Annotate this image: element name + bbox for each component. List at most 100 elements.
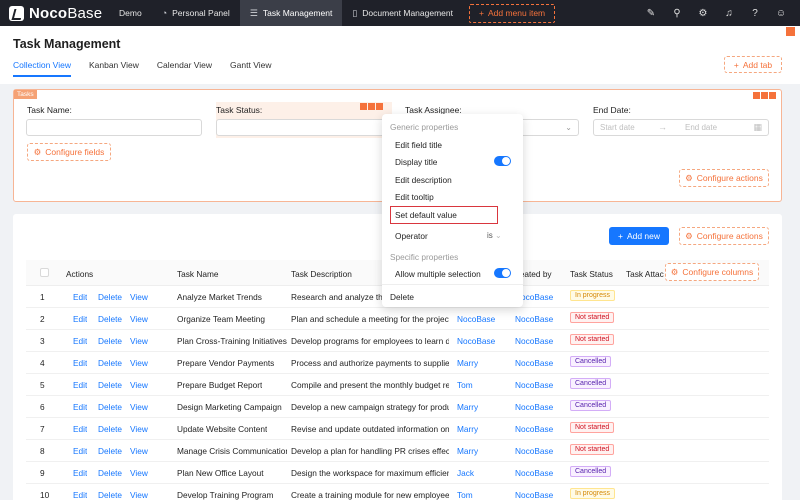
assignee-cell[interactable]: Tom <box>457 380 473 390</box>
task-status-select[interactable] <box>216 119 392 136</box>
assignee-cell[interactable]: Marry <box>457 446 478 456</box>
edit-link[interactable]: Edit <box>73 292 87 302</box>
operator-item[interactable]: Operator <box>395 231 428 241</box>
edit-link[interactable]: Edit <box>73 468 87 478</box>
created-by-cell[interactable]: NocoBase <box>515 490 553 500</box>
add-tab-button[interactable]: + Add tab <box>724 56 782 73</box>
configure-fields-button[interactable]: ⚙ Configure fields <box>27 143 111 161</box>
help-icon[interactable]: ? <box>742 8 768 19</box>
delete-link[interactable]: Delete <box>98 336 122 346</box>
created-by-cell[interactable]: NocoBase <box>515 446 553 456</box>
block-settings-icon[interactable] <box>769 92 776 99</box>
delete-link[interactable]: Delete <box>98 292 122 302</box>
delete-link[interactable]: Delete <box>98 490 122 500</box>
edit-link[interactable]: Edit <box>73 358 87 368</box>
settings-icon[interactable]: ⚙ <box>690 8 716 19</box>
created-by-cell[interactable]: NocoBase <box>515 402 553 412</box>
drag-handle-icon[interactable] <box>360 103 367 110</box>
edit-link[interactable]: Edit <box>73 380 87 390</box>
view-link[interactable]: View <box>130 490 148 500</box>
assignee-cell[interactable]: Marry <box>457 424 478 434</box>
drag-handle-icon[interactable] <box>753 92 760 99</box>
menu-item-document-management[interactable]: ▯ Document Management <box>342 0 463 26</box>
configure-columns-button[interactable]: ⚙ Configure columns <box>665 263 759 281</box>
add-field-icon[interactable] <box>368 103 375 110</box>
table-row[interactable]: 8 Edit Delete View Manage Crisis Communicati… <box>26 440 769 462</box>
created-by-cell[interactable]: NocoBase <box>515 314 553 324</box>
delete-link[interactable]: Delete <box>98 380 122 390</box>
field-settings-icon[interactable] <box>376 103 383 110</box>
table-configure-actions-button[interactable]: ⚙ Configure actions <box>679 227 769 245</box>
created-by-cell[interactable]: NocoBase <box>515 468 553 478</box>
view-link[interactable]: View <box>130 292 148 302</box>
view-link[interactable]: View <box>130 336 148 346</box>
table-row[interactable]: 9 Edit Delete View Plan New Office Layout Des… <box>26 462 769 484</box>
add-menu-item-button[interactable]: + Add menu item <box>468 3 556 23</box>
delete-field-item[interactable]: Delete <box>390 292 414 302</box>
view-link[interactable]: View <box>130 468 148 478</box>
table-row[interactable]: 7 Edit Delete View Update Website Content Rev… <box>26 418 769 440</box>
brush-icon[interactable]: ✎ <box>638 8 664 19</box>
assignee-cell[interactable]: Jack <box>457 468 474 478</box>
tab-collection-view[interactable]: Collection View <box>13 60 71 77</box>
task-name-input[interactable] <box>26 119 202 136</box>
edit-link[interactable]: Edit <box>73 424 87 434</box>
assignee-cell[interactable]: NocoBase <box>457 314 495 324</box>
nocobase-logo[interactable]: NocoBase <box>9 5 109 22</box>
delete-link[interactable]: Delete <box>98 402 122 412</box>
configure-actions-button[interactable]: ⚙ Configure actions <box>679 169 769 187</box>
created-by-cell[interactable]: NocoBase <box>515 424 553 434</box>
table-row[interactable]: 6 Edit Delete View Design Marketing Campaign… <box>26 396 769 418</box>
task-name-cell: Prepare Budget Report <box>177 380 263 390</box>
bell-icon[interactable]: ♫ <box>716 8 742 19</box>
assignee-cell[interactable]: Tom <box>457 490 473 500</box>
display-title-toggle[interactable] <box>494 156 511 166</box>
edit-link[interactable]: Edit <box>73 402 87 412</box>
tab-kanban-view[interactable]: Kanban View <box>89 60 139 77</box>
tab-gantt-view[interactable]: Gantt View <box>230 60 271 77</box>
menu-item-task-management[interactable]: ☰ Task Management <box>239 0 343 26</box>
allow-multiple-selection-toggle[interactable] <box>494 268 511 278</box>
edit-tooltip-item[interactable]: Edit tooltip <box>395 192 434 202</box>
table-row[interactable]: 4 Edit Delete View Prepare Vendor Payments Pr… <box>26 352 769 374</box>
table-row[interactable]: 3 Edit Delete View Plan Cross-Training Initi… <box>26 330 769 352</box>
assignee-cell[interactable]: Marry <box>457 358 478 368</box>
delete-link[interactable]: Delete <box>98 314 122 324</box>
edit-field-title-item[interactable]: Edit field title <box>395 140 442 150</box>
select-all-checkbox[interactable] <box>40 268 49 277</box>
plugin-icon[interactable]: ⚲ <box>664 8 690 19</box>
operator-value[interactable]: is ⌄ <box>487 231 502 240</box>
table-row[interactable]: 2 Edit Delete View Organize Team Meeting Plan… <box>26 308 769 330</box>
delete-link[interactable]: Delete <box>98 358 122 368</box>
table-row[interactable]: 5 Edit Delete View Prepare Budget Report Comp… <box>26 374 769 396</box>
view-link[interactable]: View <box>130 446 148 456</box>
menu-item-personal-panel[interactable]: ◔ Personal Panel <box>152 0 240 26</box>
table-row[interactable]: 10 Edit Delete View Develop Training Program… <box>26 484 769 500</box>
add-block-icon[interactable] <box>761 92 768 99</box>
created-by-cell[interactable]: NocoBase <box>515 336 553 346</box>
edit-description-item[interactable]: Edit description <box>395 175 452 185</box>
edit-link[interactable]: Edit <box>73 446 87 456</box>
user-icon[interactable]: ☺ <box>768 8 794 19</box>
view-link[interactable]: View <box>130 380 148 390</box>
created-by-cell[interactable]: NocoBase <box>515 380 553 390</box>
view-link[interactable]: View <box>130 358 148 368</box>
delete-link[interactable]: Delete <box>98 424 122 434</box>
add-new-button[interactable]: + Add new <box>609 227 669 245</box>
delete-link[interactable]: Delete <box>98 446 122 456</box>
edit-link[interactable]: Edit <box>73 490 87 500</box>
assignee-cell[interactable]: Marry <box>457 402 478 412</box>
created-by-cell[interactable]: NocoBase <box>515 358 553 368</box>
menu-item-demo[interactable]: Demo <box>109 0 152 26</box>
delete-link[interactable]: Delete <box>98 468 122 478</box>
edit-link[interactable]: Edit <box>73 314 87 324</box>
display-title-item[interactable]: Display title <box>395 157 437 167</box>
page-settings-handle[interactable] <box>786 27 795 36</box>
view-link[interactable]: View <box>130 314 148 324</box>
edit-link[interactable]: Edit <box>73 336 87 346</box>
assignee-cell[interactable]: NocoBase <box>457 336 495 346</box>
view-link[interactable]: View <box>130 402 148 412</box>
tab-calendar-view[interactable]: Calendar View <box>157 60 212 77</box>
view-link[interactable]: View <box>130 424 148 434</box>
allow-multiple-selection-item[interactable]: Allow multiple selection <box>395 269 481 279</box>
